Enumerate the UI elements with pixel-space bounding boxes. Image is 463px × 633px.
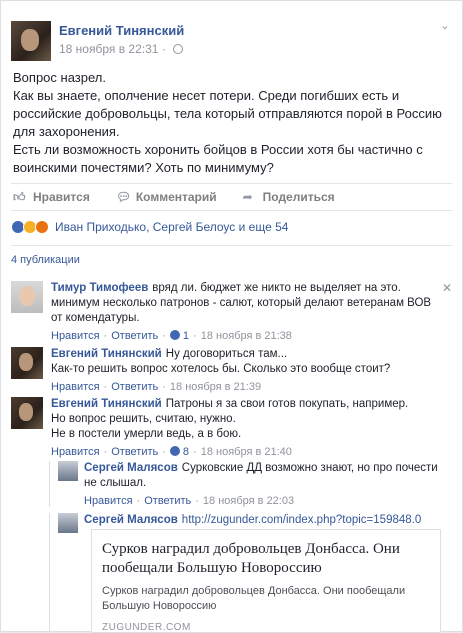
post-text-line: Вопрос назрел. [13, 70, 106, 85]
comment-like-count[interactable]: 1 [183, 330, 189, 342]
link-preview-description: Сурков наградил добровольцев Донбасса. О… [102, 585, 406, 612]
comment-like-link[interactable]: Нравится [51, 381, 100, 393]
comment-reply-link[interactable]: Ответить [111, 446, 158, 458]
comment-button[interactable]: 💬︎ Комментарий [116, 190, 217, 204]
comment: Тимур Тимофеев вряд ли. бюджет же никто н… [11, 281, 452, 342]
post-text-line: для захоронения. [13, 124, 120, 139]
reply: Сергей Малясов Сурковские ДД возможно зна… [49, 461, 452, 507]
like-badge-icon [169, 446, 180, 456]
like-label: Нравится [33, 190, 90, 204]
shares-link[interactable]: 4 публикации [11, 254, 80, 266]
comment-time[interactable]: 18 ноября в 21:38 [201, 330, 292, 342]
reply-url-link[interactable]: http://zugunder.com/index.php?topic=1598… [182, 514, 421, 526]
comment-text: Ну договориться там... [165, 348, 288, 360]
post-text-line: воинскими почестями? Хоть по минимуму? [13, 160, 274, 175]
comment-time[interactable]: 18 ноября в 21:40 [201, 446, 292, 458]
post-text: Вопрос назрел. Как вы знаете, ополчение … [13, 69, 453, 177]
post-header: Евгений Тинянский 18 ноября в 22:31 · ⌄ [11, 15, 452, 61]
comment-author[interactable]: Тимур Тимофеев [51, 282, 148, 294]
comment-author[interactable]: Евгений Тинянский [51, 398, 162, 410]
comment-text: Патроны я за свои готов покупать, наприм… [165, 398, 409, 410]
reply-time[interactable]: 18 ноября в 22:03 [203, 495, 294, 507]
post-author[interactable]: Евгений Тинянский [59, 23, 184, 38]
share-button[interactable]: ➦ Поделиться [243, 190, 335, 204]
link-preview-domain: ZUGUNDER.COM [102, 622, 191, 633]
comment-text: Не в постели умерли ведь, а в бою. [51, 428, 242, 440]
comment-text: Как-то решить вопрос хотелось бы. Скольк… [51, 363, 391, 375]
share-arrow-icon: ➦ [242, 190, 253, 204]
reply-author[interactable]: Сергей Малясов [84, 514, 178, 526]
thumbs-up-icon: 👍︎ [13, 190, 26, 204]
comment-reply-link[interactable]: Ответить [111, 330, 158, 342]
author-avatar[interactable] [11, 21, 51, 61]
post-text-line: российские добровольцы, тела который отп… [13, 106, 442, 121]
comment: Евгений Тинянский Ну договориться там... … [11, 347, 452, 393]
avatar[interactable] [58, 461, 78, 481]
avatar[interactable] [58, 513, 78, 533]
link-preview-title[interactable]: Сурков наградил добровольцев Донбасса. О… [102, 540, 430, 578]
comment-text: Но вопрос решить, считаю, нужно. [51, 413, 236, 425]
avatar[interactable] [11, 281, 43, 313]
comment-meta: Нравится · Ответить · 1 · 18 ноября в 21:38 [51, 330, 292, 342]
post-date[interactable]: 18 ноября в 22:31 [59, 42, 158, 56]
post-actions-bar: 👍︎ Нравится 💬︎ Комментарий ➦ Поделиться [11, 183, 452, 211]
comment-author[interactable]: Евгений Тинянский [51, 348, 162, 360]
reply-author[interactable]: Сергей Малясов [84, 462, 178, 474]
globe-icon [173, 44, 184, 54]
reactions-summary[interactable]: Иван Приходько, Сергей Белоус и еще 54 [11, 219, 288, 235]
close-icon[interactable]: ✕ [442, 281, 452, 295]
reply-like-link[interactable]: Нравится [84, 495, 133, 507]
comment-label: Комментарий [135, 190, 217, 204]
comment-like-count[interactable]: 8 [183, 446, 189, 458]
like-button[interactable]: 👍︎ Нравится [13, 190, 90, 204]
shares-count: 4 публикации [11, 245, 452, 269]
comment: Евгений Тинянский Патроны я за свои готов… [11, 397, 452, 458]
avatar[interactable] [11, 397, 43, 429]
post-card: Евгений Тинянский 18 ноября в 22:31 · ⌄ … [0, 0, 463, 633]
share-label: Поделиться [262, 190, 335, 204]
chevron-down-icon[interactable]: ⌄ [438, 19, 452, 33]
post-text-line: Есть ли возможность хоронить бойцов в Ро… [13, 142, 423, 157]
reply-reply-link[interactable]: Ответить [144, 495, 191, 507]
post-text-line: Как вы знаете, ополчение несет потери. С… [13, 88, 400, 103]
comment-like-link[interactable]: Нравится [51, 330, 100, 342]
comment-meta: Нравится · Ответить · 18 ноября в 21:39 [51, 381, 262, 393]
reply-meta: Нравится · Ответить · 18 ноября в 22:03 [84, 495, 295, 507]
comment-like-link[interactable]: Нравится [51, 446, 100, 458]
reactions-names[interactable]: Иван Приходько, Сергей Белоус и еще 54 [55, 220, 288, 234]
link-preview-card[interactable]: Сурков наградил добровольцев Донбасса. О… [91, 529, 441, 633]
comment-meta: Нравится · Ответить · 8 · 18 ноября в 21:40 [51, 446, 292, 458]
comment-icon: 💬︎ [115, 190, 132, 204]
avatar[interactable] [11, 347, 43, 379]
angry-reaction-icon [35, 220, 49, 234]
comment-reply-link[interactable]: Ответить [111, 381, 158, 393]
comment-time[interactable]: 18 ноября в 21:39 [170, 381, 261, 393]
post-meta: 18 ноября в 22:31 · [59, 42, 184, 56]
like-badge-icon [169, 330, 180, 340]
